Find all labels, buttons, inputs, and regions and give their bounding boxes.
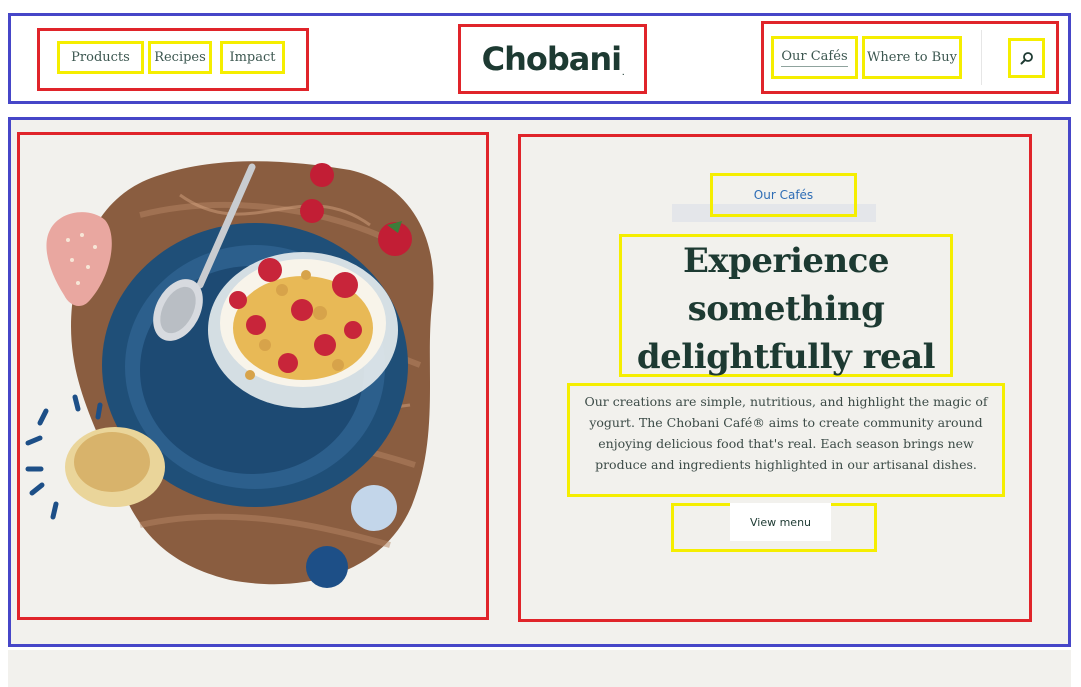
nav-recipes-link[interactable]: Recipes: [148, 41, 212, 74]
hero-eyebrow-label: Our Cafés: [710, 173, 857, 217]
search-button[interactable]: [1008, 38, 1045, 78]
view-menu-button[interactable]: View menu: [730, 503, 831, 541]
next-section-edge: [8, 650, 1071, 687]
hero-description: Our creations are simple, nutritious, an…: [567, 383, 1005, 497]
hero-headline: Experience something delightfully real: [619, 234, 953, 377]
search-icon: [1020, 52, 1033, 65]
headline-line-2: something: [687, 289, 885, 329]
hero-image-panel: [17, 132, 489, 620]
nav-products-link[interactable]: Products: [57, 41, 144, 74]
headline-line-1: Experience: [682, 241, 890, 281]
nav-divider: [981, 30, 982, 85]
headline-line-3: delightfully real: [636, 337, 936, 377]
nav-our-cafes-label: Our Cafés: [781, 49, 848, 67]
nav-our-cafes-link[interactable]: Our Cafés: [771, 36, 858, 79]
logo-mark: .: [622, 70, 625, 77]
nav-where-to-buy-link[interactable]: Where to Buy: [862, 36, 962, 79]
logo-link[interactable]: Chobani.: [458, 24, 647, 94]
logo-wordmark: Chobani: [481, 40, 622, 78]
hero-image: [25, 161, 434, 588]
nav-impact-link[interactable]: Impact: [220, 41, 285, 74]
